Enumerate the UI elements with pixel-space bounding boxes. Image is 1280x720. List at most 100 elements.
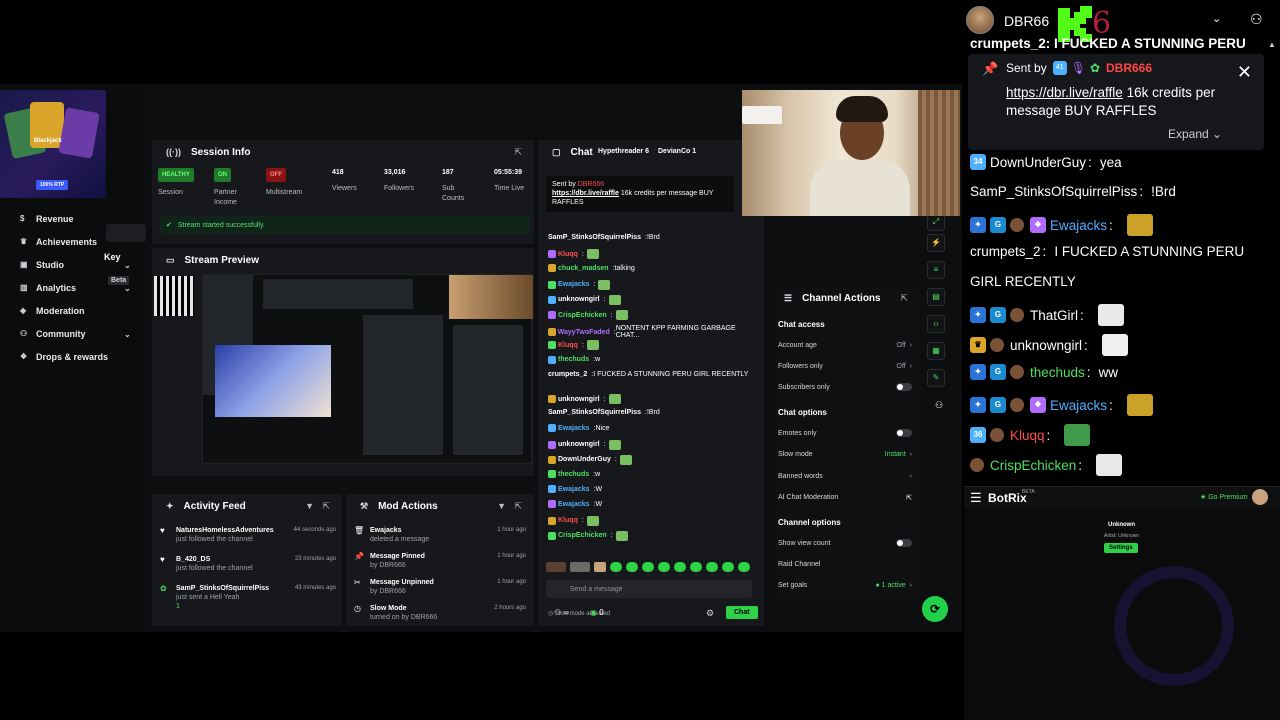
chat-username[interactable]: CrispEchicken	[558, 312, 607, 319]
botrix-settings-button[interactable]: Settings	[1104, 543, 1138, 553]
sidebar-item-community[interactable]: ⚇ Community ⌄	[20, 329, 131, 339]
sidebar-item-revenue[interactable]: $ Revenue	[20, 214, 74, 224]
chat-username[interactable]: crumpets_2	[548, 371, 587, 378]
overlay-chat-username[interactable]: Ewajacks	[1050, 218, 1107, 233]
chat-username[interactable]: DownUnderGuy	[558, 456, 611, 463]
emote-button[interactable]	[546, 562, 566, 572]
rail-chat-icon[interactable]: ▤	[927, 288, 945, 306]
show-view-count-row[interactable]: Show view count	[778, 539, 912, 547]
hype-tab-1[interactable]: Hypethreader 6	[598, 148, 649, 155]
mod-action-item[interactable]: ◷ Slow Mode turned on by DBR666 2 hours ago	[354, 604, 528, 622]
emote-button[interactable]	[722, 562, 734, 572]
sidebar-item-drops-rewards[interactable]: ❖ Drops & rewards	[20, 352, 108, 362]
mod-action-item[interactable]: 🗑 Ewajacks deleted a message 1 hour ago	[354, 526, 528, 544]
channel-avatar[interactable]	[966, 6, 994, 34]
chat-username[interactable]: Kluqq	[558, 517, 578, 524]
rail-bolt-icon[interactable]: ⚡	[927, 234, 945, 252]
overlay-chat-username[interactable]: CrispEchicken	[990, 458, 1076, 473]
close-icon[interactable]: ✕	[1237, 62, 1252, 83]
emote-button[interactable]	[594, 562, 606, 572]
emotes-only-row[interactable]: Emotes only	[778, 429, 912, 437]
activity-feed-item[interactable]: ✿ SamP_StinksOfSquirrelPiss just sent a He…	[160, 584, 336, 611]
overlay-chat-username[interactable]: unknowngirl	[1010, 338, 1082, 353]
chat-scrollbar[interactable]: ▲	[1266, 40, 1276, 486]
pinned-link[interactable]: https://dbr.live/raffle	[552, 190, 619, 197]
filter-icon[interactable]: ▼	[305, 501, 314, 511]
chevron-down-icon[interactable]: ⌄	[124, 330, 131, 339]
menu-icon[interactable]: ☰	[970, 490, 982, 506]
chat-username[interactable]: Ewajacks	[558, 425, 590, 432]
emote-button[interactable]	[690, 562, 702, 572]
chat-username[interactable]: CrispEchicken	[558, 532, 607, 539]
sidebar-item-achievements[interactable]: ♛ Achievements	[20, 237, 97, 247]
chat-username[interactable]: SamP_StinksOfSquirrelPiss	[548, 409, 641, 416]
ai-chat-moderation-row[interactable]: AI Chat Moderation ⇱	[778, 494, 912, 502]
rail-code-icon[interactable]: ‹›	[927, 315, 945, 333]
rail-list-icon[interactable]: ≡	[927, 261, 945, 279]
overlay-chat-username[interactable]: DownUnderGuy	[990, 155, 1086, 170]
emote-button[interactable]	[674, 562, 686, 572]
chat-message-input[interactable]: Send a message	[546, 580, 752, 598]
expand-icon[interactable]: ⇱	[900, 293, 908, 304]
emote-button[interactable]	[658, 562, 670, 572]
blackjack-promo-banner[interactable]: Blackjack 100% RTP	[0, 90, 106, 198]
chat-username[interactable]: unknowngirl	[558, 396, 600, 403]
expand-icon[interactable]: ⇱	[514, 147, 522, 158]
emote-button[interactable]	[570, 562, 590, 572]
overlay-chat-username[interactable]: crumpets_2	[970, 244, 1041, 259]
users-icon[interactable]: ⚇	[1250, 11, 1263, 28]
followers-only-row[interactable]: Followers only Off ›	[778, 363, 912, 370]
overlay-chat-username[interactable]: thechuds	[1030, 365, 1085, 380]
multistream-badge[interactable]: OFF	[266, 168, 286, 182]
chat-username[interactable]: Ewajacks	[558, 281, 590, 288]
mod-action-item[interactable]: ✂ Message Unpinned by DBR666 1 hour ago	[354, 578, 528, 596]
chat-username[interactable]: Kluqq	[558, 251, 578, 258]
sidebar-item-analytics[interactable]: ▥ Analytics ⌄	[20, 283, 131, 293]
activity-feed-item[interactable]: ♥ NaturesHomelessAdventures just followed …	[160, 526, 336, 544]
chat-username[interactable]: unknowngirl	[558, 441, 600, 448]
chat-username[interactable]: WayyTwoFaded	[558, 329, 610, 336]
subscribers-only-row[interactable]: Subscribers only	[778, 383, 912, 391]
pinned-raffle-link[interactable]: https://dbr.live/raffle	[1006, 85, 1123, 100]
chevron-down-icon[interactable]: ⌄	[124, 284, 131, 293]
refresh-fab[interactable]: ⟳	[922, 596, 948, 622]
chevron-down-icon[interactable]: ⌄	[1212, 12, 1221, 25]
overlay-chat-username[interactable]: SamP_StinksOfSquirrelPiss	[970, 184, 1137, 199]
rail-wrench-icon[interactable]: ✎	[927, 369, 945, 387]
hype-tab-2[interactable]: DevianCo 1	[658, 148, 696, 155]
sidebar-item-moderation[interactable]: ◈ Moderation	[20, 306, 85, 316]
chat-username[interactable]: Ewajacks	[558, 501, 590, 508]
rail-users-icon[interactable]: ⚇	[935, 400, 943, 411]
emotes-only-toggle[interactable]	[896, 429, 912, 437]
stream-preview-video[interactable]	[202, 274, 533, 464]
chat-username[interactable]: thechuds	[558, 356, 589, 363]
sidebar-item-studio[interactable]: ▣ Studio ⌄	[20, 260, 131, 270]
emote-button[interactable]	[642, 562, 654, 572]
go-premium-link[interactable]: ★ Go Premium	[1200, 493, 1248, 501]
show-view-count-toggle[interactable]	[896, 539, 912, 547]
chat-username[interactable]: Kluqq	[558, 342, 578, 349]
emote-button[interactable]	[738, 562, 750, 572]
expand-icon[interactable]: ⇱	[514, 501, 522, 512]
chat-settings-icon[interactable]: ⚙	[706, 608, 714, 619]
mod-action-item[interactable]: 📌 Message Pinned by DBR666 1 hour ago	[354, 552, 528, 570]
expand-icon[interactable]: ⇱	[322, 501, 330, 512]
set-goals-row[interactable]: Set goals ● 1 active ›	[778, 582, 912, 589]
chevron-down-icon[interactable]: ⌄	[124, 261, 131, 270]
emote-button[interactable]	[626, 562, 638, 572]
chat-send-button[interactable]: Chat	[726, 606, 758, 619]
activity-feed-item[interactable]: ♥ B_420_DS just followed the channel 23 min…	[160, 555, 336, 573]
pinned-author[interactable]: DBR666	[1106, 61, 1152, 75]
chat-username[interactable]: SamP_StinksOfSquirrelPiss	[548, 234, 641, 241]
overlay-chat-username[interactable]: Ewajacks	[1050, 398, 1107, 413]
chat-username[interactable]: Ewajacks	[558, 486, 590, 493]
slow-mode-row[interactable]: Slow mode Instant ›	[778, 451, 912, 458]
chat-users-icon[interactable]: ⚇ ∞	[554, 608, 569, 617]
botrix-avatar[interactable]	[1252, 489, 1268, 505]
chat-username[interactable]: thechuds	[558, 471, 589, 478]
subscribers-only-toggle[interactable]	[896, 383, 912, 391]
filter-icon[interactable]: ▼	[497, 501, 506, 511]
account-age-row[interactable]: Account age Off ›	[778, 342, 912, 349]
banned-words-row[interactable]: Banned words ›	[778, 473, 912, 480]
raid-channel-row[interactable]: Raid Channel	[778, 561, 912, 568]
